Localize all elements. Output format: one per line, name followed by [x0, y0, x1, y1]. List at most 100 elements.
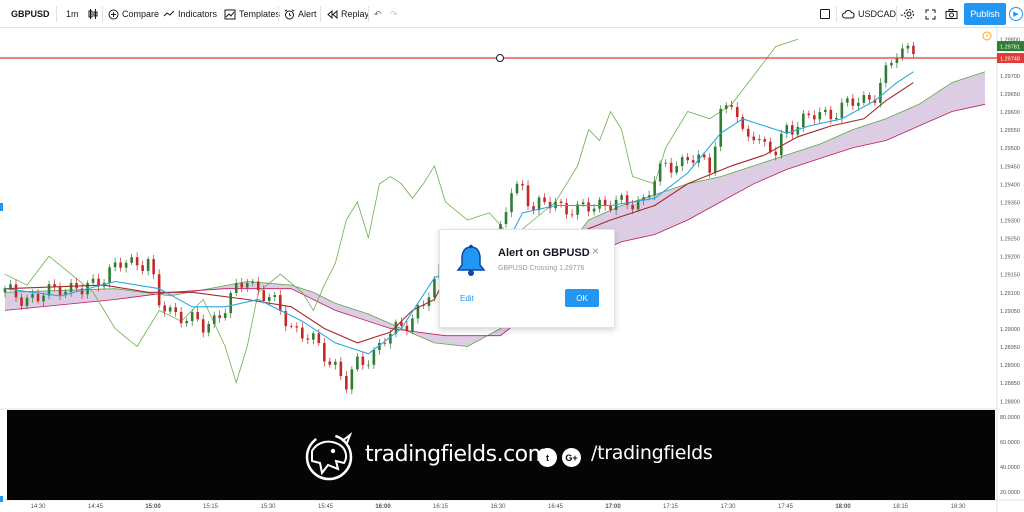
- candle-body: [802, 113, 805, 127]
- candle-body: [411, 318, 414, 332]
- candle-body: [201, 319, 205, 333]
- left-marker: [0, 203, 3, 211]
- candle-body: [840, 102, 844, 118]
- candle-body: [664, 162, 667, 164]
- price-tick-label: 1.28800: [1000, 399, 1020, 405]
- compare-button[interactable]: Compare: [108, 0, 159, 28]
- candle-body: [559, 201, 563, 204]
- cloud-icon: [842, 9, 855, 18]
- indicators-button[interactable]: Indicators: [163, 0, 217, 28]
- time-tick-label: 16:00: [375, 504, 391, 510]
- replay-button[interactable]: Replay: [327, 0, 369, 28]
- candle-body: [301, 327, 304, 339]
- candle-body: [521, 183, 524, 186]
- candle-body: [58, 287, 62, 296]
- price-tick-label: 1.29150: [1000, 273, 1020, 279]
- price-tick-label: 1.29000: [1000, 327, 1020, 333]
- candle-body: [119, 262, 122, 268]
- candle-body: [570, 214, 574, 216]
- settings-button[interactable]: [903, 0, 915, 28]
- candle-body: [647, 195, 651, 198]
- candle-body: [768, 141, 772, 152]
- price-tick-label: 1.28950: [1000, 345, 1020, 351]
- play-icon[interactable]: ▶: [1009, 7, 1023, 21]
- symbol-search[interactable]: GBPUSD: [11, 0, 50, 28]
- time-tick-label: 16:45: [548, 504, 564, 510]
- candles-icon: [88, 9, 98, 19]
- candle-body: [587, 202, 590, 212]
- candle-body: [130, 257, 133, 263]
- toolbar-divider: [320, 6, 321, 22]
- candle-body: [278, 295, 282, 312]
- undo-button[interactable]: ↶: [374, 0, 382, 28]
- candle-body: [108, 267, 111, 283]
- candle-body: [367, 364, 370, 366]
- twitter-icon[interactable]: t: [538, 448, 557, 467]
- candle-body: [157, 274, 161, 306]
- candle-body: [818, 112, 822, 120]
- candle-body: [730, 105, 734, 108]
- brand-banner: tradingfields.com t G+ /tradingfields: [7, 410, 995, 500]
- candle-body: [752, 136, 756, 141]
- candle-body: [620, 195, 623, 200]
- time-tick-label: 17:00: [605, 504, 621, 510]
- candle-body: [389, 333, 392, 344]
- candle-body: [361, 356, 365, 366]
- candle-body: [807, 113, 811, 116]
- close-icon[interactable]: ×: [592, 244, 599, 258]
- candle-body: [669, 162, 673, 173]
- snapshot-button[interactable]: [945, 0, 958, 28]
- candle-body: [218, 315, 222, 318]
- candle-body: [190, 312, 194, 322]
- time-tick-label: 15:30: [260, 504, 276, 510]
- ok-button[interactable]: OK: [565, 289, 599, 307]
- candle-body: [746, 128, 750, 137]
- price-tick-label: 1.29050: [1000, 309, 1020, 315]
- oscillator-tick-label: 40.0000: [1000, 465, 1020, 471]
- alert-price-label: 1.29748: [1000, 57, 1020, 63]
- oscillator-tick-label: 20.0000: [1000, 490, 1020, 496]
- candle-body: [312, 333, 315, 340]
- layout-checkbox[interactable]: [820, 0, 830, 28]
- time-tick-label: 16:30: [490, 504, 506, 510]
- price-tick-label: 1.29350: [1000, 200, 1020, 206]
- candle-body: [879, 82, 882, 103]
- fullscreen-icon: [925, 9, 936, 19]
- templates-button[interactable]: Templates: [224, 0, 280, 28]
- price-tick-label: 1.29100: [1000, 291, 1020, 297]
- alert-label: Alert: [298, 9, 317, 19]
- candle-body: [80, 288, 84, 295]
- candle-body: [323, 343, 326, 362]
- toolbar-divider: [102, 6, 103, 22]
- candle-body: [912, 45, 915, 55]
- checkbox-icon: [820, 9, 830, 19]
- price-tick-label: 1.29200: [1000, 255, 1020, 261]
- alarm-clock-icon: [284, 9, 295, 19]
- price-tick-label: 1.29250: [1000, 237, 1020, 243]
- undo-icon: ↶: [374, 8, 382, 19]
- candle-body: [543, 197, 546, 202]
- bell-icon: [456, 244, 486, 276]
- candle-body: [510, 193, 513, 213]
- google-plus-icon[interactable]: G+: [562, 448, 581, 467]
- alert-button[interactable]: Alert: [284, 0, 317, 28]
- candle-body: [829, 109, 833, 120]
- toolbar-divider: [278, 6, 279, 22]
- interval-selector[interactable]: 1m: [66, 0, 79, 28]
- candle-body: [851, 98, 855, 106]
- candle-body: [433, 279, 436, 298]
- candle-body: [124, 262, 128, 268]
- candle-body: [25, 297, 29, 306]
- candle-body: [868, 95, 871, 100]
- candle-body: [884, 65, 888, 83]
- fullscreen-button[interactable]: [925, 0, 936, 28]
- chart-style-button[interactable]: [88, 0, 98, 28]
- candle-body: [135, 257, 139, 266]
- redo-button[interactable]: ↷: [390, 0, 398, 28]
- publish-button[interactable]: Publish: [964, 3, 1006, 25]
- candle-body: [774, 151, 778, 156]
- candle-body: [345, 375, 348, 390]
- edit-alert-link[interactable]: Edit: [460, 294, 474, 303]
- candle-body: [185, 321, 188, 324]
- candle-body: [675, 166, 678, 173]
